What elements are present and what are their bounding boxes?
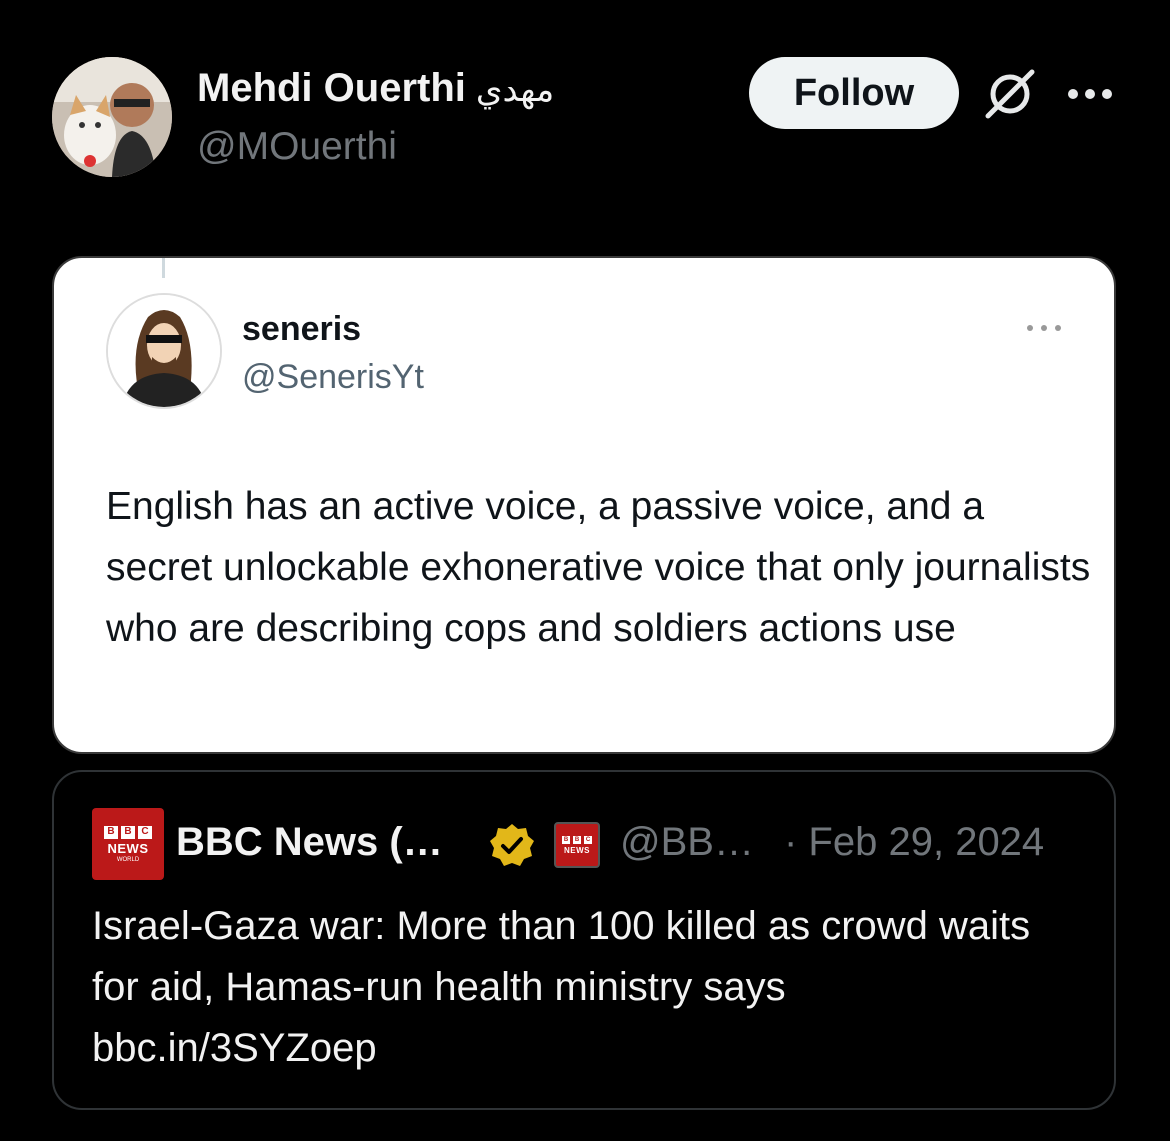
affiliation-badge-icon[interactable]: B B C NEWS [554, 822, 600, 868]
seneris-handle: @SenerisYt [242, 358, 424, 396]
embedded-tweet-image[interactable]: seneris @SenerisYt English has an active… [52, 256, 1116, 754]
affil-block-1: B [562, 835, 570, 844]
bbc-blocks: B B C [104, 825, 152, 839]
affil-blocks: B B C [562, 835, 592, 844]
quoted-date[interactable]: · Feb 29, 2024 [784, 820, 1044, 865]
quoted-tweet[interactable]: B B C NEWS WORLD BBC News (… B B C NEWS … [52, 770, 1116, 1110]
bbc-logo-sub: WORLD [116, 856, 140, 863]
author-handle[interactable]: @MOuerthi [197, 125, 397, 169]
bbc-block-1: B [104, 825, 118, 839]
thread-line [162, 258, 165, 278]
seneris-name: seneris [242, 310, 362, 348]
affil-news: NEWS [564, 845, 590, 855]
quoted-text-body: Israel-Gaza war: More than 100 killed as… [92, 904, 1031, 1009]
seneris-tweet-text: English has an active voice, a passive v… [106, 485, 1091, 650]
affil-block-3: C [584, 835, 592, 844]
bbc-news-avatar[interactable]: B B C NEWS WORLD [92, 808, 164, 880]
cartoon-avatar-icon [108, 295, 220, 407]
quoted-handle[interactable]: @BB… [620, 820, 754, 865]
author-avatar[interactable] [52, 57, 172, 177]
bbc-block-2: B [121, 825, 135, 839]
avatar-photo-icon [52, 57, 172, 177]
more-icon[interactable] [1065, 86, 1115, 102]
verified-badge-icon[interactable] [488, 822, 536, 870]
bbc-block-3: C [138, 825, 152, 839]
follow-button[interactable]: Follow [749, 57, 959, 129]
author-name-arabic: مهدي [475, 70, 555, 110]
grok-icon[interactable] [982, 66, 1038, 122]
author-display-name[interactable]: Mehdi Ouerthi مهدي [197, 66, 554, 111]
quoted-tweet-text: Israel-Gaza war: More than 100 killed as… [92, 896, 1082, 1079]
affil-block-2: B [573, 835, 581, 844]
inner-more-icon [1027, 325, 1061, 331]
quoted-display-name[interactable]: BBC News (… [176, 820, 443, 865]
seneris-avatar [106, 293, 222, 409]
bbc-logo-news: NEWS [107, 840, 149, 856]
author-name-text: Mehdi Ouerthi [197, 66, 466, 110]
quoted-link[interactable]: bbc.in/3SYZoep [92, 1018, 1082, 1079]
